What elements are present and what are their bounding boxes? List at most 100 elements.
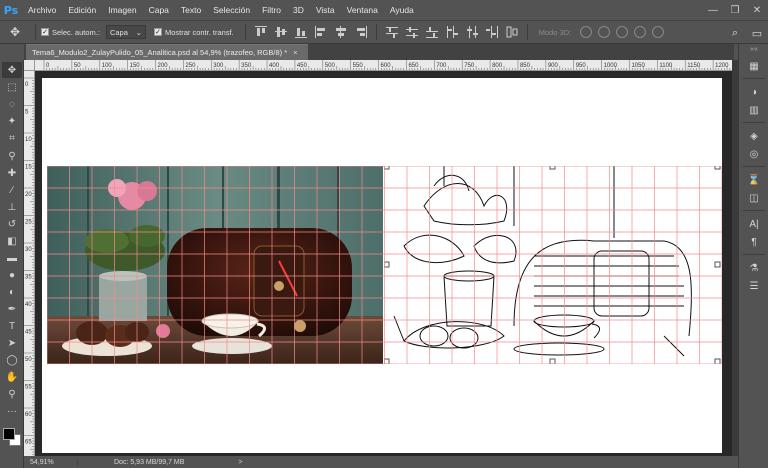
- magic-wand-tool-icon[interactable]: ✦: [2, 113, 22, 129]
- gradient-tool-icon[interactable]: ▬: [2, 250, 22, 266]
- blur-tool-icon[interactable]: ●: [2, 267, 22, 283]
- divider: [743, 210, 765, 211]
- move-tool-icon[interactable]: ✥: [2, 62, 22, 78]
- menu-3d[interactable]: 3D: [287, 5, 310, 15]
- menu-edicion[interactable]: Edición: [62, 5, 102, 15]
- character-panel-icon[interactable]: A|: [744, 216, 764, 232]
- align-top-icon[interactable]: [254, 25, 268, 39]
- healing-brush-tool-icon[interactable]: ✚: [2, 165, 22, 181]
- type-tool-icon[interactable]: T: [2, 318, 22, 334]
- restore-icon[interactable]: ❐: [724, 0, 746, 20]
- brush-settings-panel-icon[interactable]: ⚗: [744, 260, 764, 276]
- pan-3d-icon[interactable]: [616, 26, 629, 38]
- channels-panel-icon[interactable]: ◎: [744, 146, 764, 162]
- properties-panel-icon[interactable]: ◫: [744, 190, 764, 206]
- pen-tool-icon[interactable]: ✒: [2, 301, 22, 317]
- ruler-label: 30: [25, 247, 32, 253]
- color-panel-icon[interactable]: ◑: [744, 84, 764, 100]
- panel-collapse-icon[interactable]: ««: [739, 46, 768, 53]
- brush-tool-icon[interactable]: ∕: [2, 182, 22, 198]
- status-menu-arrow-icon[interactable]: >: [238, 459, 242, 466]
- ruler-label: 200: [158, 63, 169, 69]
- status-bar: 54,91% Doc: 5,93 MB/99,7 MB >: [24, 456, 734, 468]
- ruler-label: 800: [492, 63, 503, 69]
- eyedropper-tool-icon[interactable]: ⚲: [2, 148, 22, 164]
- workspace-icon[interactable]: ▭: [746, 22, 768, 44]
- clone-stamp-tool-icon[interactable]: ⊥: [2, 199, 22, 215]
- paragraph-panel-icon[interactable]: ¶: [744, 234, 764, 250]
- layers-panel-icon[interactable]: ◈: [744, 128, 764, 144]
- show-transform-checkbox[interactable]: ✓ Mostrar contr. transf.: [153, 27, 234, 37]
- menu-imagen[interactable]: Imagen: [102, 5, 142, 15]
- hand-tool-icon[interactable]: ✋: [2, 369, 22, 385]
- divider: [375, 24, 377, 40]
- scale-3d-icon[interactable]: [652, 26, 665, 38]
- close-tab-icon[interactable]: ×: [293, 48, 297, 57]
- orbit-3d-icon[interactable]: [580, 26, 593, 38]
- ruler-label: 1000: [604, 63, 618, 69]
- distribute-right-icon[interactable]: [485, 25, 499, 39]
- document-canvas[interactable]: [42, 78, 722, 453]
- document-tab-title: Tema6_Modulo2_ZulayPulido_05_Analitica.p…: [32, 48, 288, 57]
- distribute-center-icon[interactable]: [405, 25, 419, 39]
- menu-texto[interactable]: Texto: [175, 5, 207, 15]
- horizontal-ruler[interactable]: 0 50 100 150 200 250 300 350 400 450 500 550 600 650 7…: [35, 60, 732, 71]
- dodge-tool-icon[interactable]: ◐: [2, 284, 22, 300]
- path-selection-tool-icon[interactable]: ➤: [2, 335, 22, 351]
- marquee-tool-icon[interactable]: ⬚: [2, 79, 22, 95]
- close-icon[interactable]: ✕: [746, 0, 768, 20]
- crop-tool-icon[interactable]: ⌗: [2, 130, 22, 146]
- ruler-label: 5: [25, 110, 29, 116]
- zoom-level[interactable]: 54,91%: [24, 458, 78, 466]
- vertical-ruler[interactable]: 0 5 10 15 20 25 30 35 40 45 50 55 60 65: [24, 71, 35, 456]
- distribute-horizontal-icon[interactable]: [465, 25, 479, 39]
- auto-select-checkbox[interactable]: ✓ Selec. autom.:: [41, 28, 100, 37]
- menu-ayuda[interactable]: Ayuda: [384, 5, 420, 15]
- menu-filtro[interactable]: Filtro: [256, 5, 287, 15]
- document-tab[interactable]: Tema6_Modulo2_ZulayPulido_05_Analitica.p…: [26, 44, 308, 60]
- menu-capa[interactable]: Capa: [143, 5, 175, 15]
- slide-3d-icon[interactable]: [634, 26, 647, 38]
- align-left-icon[interactable]: [314, 25, 328, 39]
- align-bottom-icon[interactable]: [294, 25, 308, 39]
- menu-vista[interactable]: Vista: [310, 5, 341, 15]
- ruler-label: 25: [25, 220, 32, 226]
- canvas-area[interactable]: [35, 71, 732, 456]
- document-info: Doc: 5,93 MB/99,7 MB: [114, 458, 185, 466]
- auto-align-icon[interactable]: [505, 25, 519, 39]
- ruler-origin[interactable]: [24, 60, 35, 71]
- swatches-panel-icon[interactable]: ▥: [744, 102, 764, 118]
- adjustments-panel-icon[interactable]: ☰: [744, 278, 764, 294]
- eraser-tool-icon[interactable]: ◧: [2, 233, 22, 249]
- foreground-color-swatch[interactable]: [3, 428, 15, 440]
- ruler-label: 35: [25, 275, 32, 281]
- align-horizontal-center-icon[interactable]: [334, 25, 348, 39]
- more-tools-icon[interactable]: ···: [2, 403, 22, 419]
- distribute-left-icon[interactable]: [445, 25, 459, 39]
- ruler-label: 100: [102, 63, 113, 69]
- move-tool-preset-icon[interactable]: ✥: [0, 21, 30, 43]
- divider: [526, 24, 528, 40]
- history-panel-icon[interactable]: ⌛: [744, 172, 764, 188]
- shape-tool-icon[interactable]: ◯: [2, 352, 22, 368]
- history-brush-tool-icon[interactable]: ↺: [2, 216, 22, 232]
- panel-toggle-icon[interactable]: ▦: [744, 58, 764, 74]
- menu-seleccion[interactable]: Selección: [207, 5, 256, 15]
- minimize-icon[interactable]: —: [702, 0, 724, 20]
- menu-ventana[interactable]: Ventana: [341, 5, 384, 15]
- distribute-top-icon[interactable]: [385, 25, 399, 39]
- align-right-icon[interactable]: [354, 25, 368, 39]
- line-sketch-layer: [384, 166, 722, 364]
- align-vertical-center-icon[interactable]: [274, 25, 288, 39]
- ruler-label: 350: [241, 63, 252, 69]
- menu-archivo[interactable]: Archivo: [22, 5, 62, 15]
- distribute-bottom-icon[interactable]: [425, 25, 439, 39]
- lasso-tool-icon[interactable]: ◌: [2, 96, 22, 112]
- zoom-tool-icon[interactable]: ⚲: [2, 386, 22, 402]
- divider: [743, 166, 765, 167]
- search-icon[interactable]: ⌕: [724, 22, 746, 44]
- ruler-label: 10: [25, 137, 32, 143]
- auto-select-dropdown[interactable]: Capa ⌄: [105, 25, 146, 39]
- roll-3d-icon[interactable]: [598, 26, 611, 38]
- show-transform-label: Mostrar contr. transf.: [164, 27, 234, 37]
